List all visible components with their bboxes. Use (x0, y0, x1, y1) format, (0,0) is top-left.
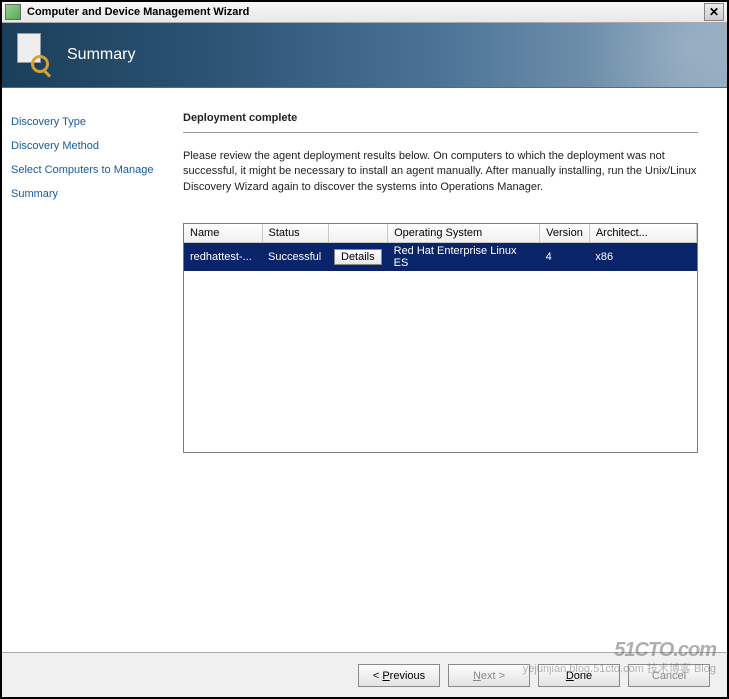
table-row[interactable]: redhattest-... Successful Details Red Ha… (184, 243, 697, 272)
cell-arch: x86 (589, 243, 696, 272)
cancel-button[interactable]: Cancel (628, 664, 710, 687)
cell-status: Successful (262, 243, 328, 272)
content-area: Discovery Type Discovery Method Select C… (1, 88, 728, 651)
window-title: Computer and Device Management Wizard (27, 6, 704, 18)
sidebar-item-select-computers[interactable]: Select Computers to Manage (11, 158, 163, 182)
col-header-arch[interactable]: Architect... (589, 224, 696, 243)
col-header-version[interactable]: Version (540, 224, 590, 243)
app-icon (5, 4, 21, 20)
cell-version: 4 (540, 243, 590, 272)
button-bar: < Previous Next > Done Cancel (1, 652, 728, 698)
cell-details: Details (328, 243, 388, 272)
main-panel: Deployment complete Please review the ag… (173, 88, 728, 651)
done-button[interactable]: Done (538, 664, 620, 687)
table-header-row: Name Status Operating System Version Arc… (184, 224, 697, 243)
next-button[interactable]: Next > (448, 664, 530, 687)
previous-button[interactable]: < Previous (358, 664, 440, 687)
cell-name: redhattest-... (184, 243, 262, 272)
section-title: Deployment complete (183, 112, 698, 133)
header-title: Summary (67, 46, 135, 64)
sidebar: Discovery Type Discovery Method Select C… (1, 88, 173, 651)
col-header-spacer[interactable] (328, 224, 388, 243)
col-header-os[interactable]: Operating System (388, 224, 540, 243)
sidebar-item-discovery-type[interactable]: Discovery Type (11, 110, 163, 134)
details-button[interactable]: Details (334, 249, 382, 265)
description-text: Please review the agent deployment resul… (183, 149, 698, 195)
cell-os: Red Hat Enterprise Linux ES (388, 243, 540, 272)
close-icon: ✕ (709, 5, 719, 19)
sidebar-item-summary[interactable]: Summary (11, 182, 163, 206)
results-table: Name Status Operating System Version Arc… (184, 224, 697, 271)
close-button[interactable]: ✕ (704, 3, 724, 21)
results-table-container: Name Status Operating System Version Arc… (183, 223, 698, 453)
col-header-name[interactable]: Name (184, 224, 262, 243)
wizard-icon (15, 31, 55, 79)
col-header-status[interactable]: Status (262, 224, 328, 243)
titlebar: Computer and Device Management Wizard ✕ (1, 1, 728, 23)
sidebar-item-discovery-method[interactable]: Discovery Method (11, 134, 163, 158)
header-banner: Summary (1, 23, 728, 88)
